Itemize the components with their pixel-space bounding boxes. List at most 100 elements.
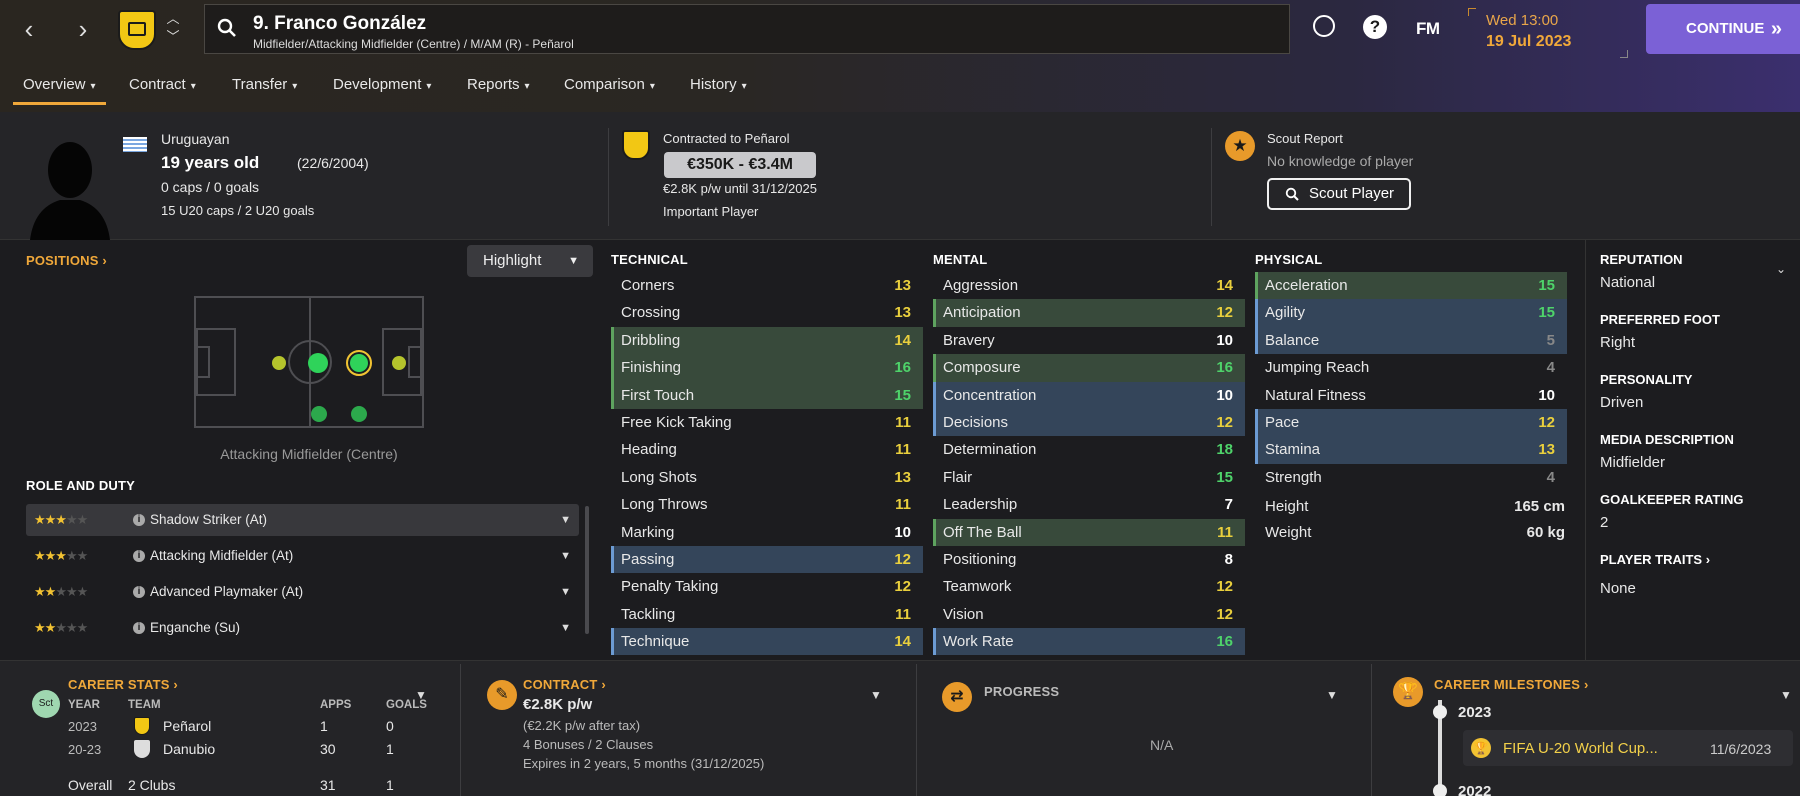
back-arrow-icon[interactable]: ‹	[12, 12, 46, 46]
role-stars: ★★★★★	[34, 548, 88, 563]
role-list-scrollbar[interactable]	[585, 506, 589, 634]
role-row[interactable]: ★★★★★ i Advanced Playmaker (At) ▼	[26, 576, 579, 608]
stat-goals: 1	[386, 741, 394, 757]
chevron-down-icon[interactable]: ▼	[560, 576, 571, 608]
attribute-value: 15	[1538, 304, 1555, 322]
attribute-row[interactable]: Acceleration 15	[1255, 272, 1567, 300]
attribute-row[interactable]: Pace 12	[1255, 408, 1567, 437]
chevron-down-icon[interactable]: ▼	[870, 688, 882, 702]
scout-report-title: Scout Report	[1267, 131, 1343, 146]
tab-history[interactable]: History ▾	[690, 72, 747, 112]
role-row[interactable]: ★★★★★ i Enganche (Su) ▼	[26, 612, 579, 644]
attribute-value: 12	[894, 550, 911, 568]
highlight-dropdown[interactable]: Highlight ▼	[467, 245, 593, 277]
attribute-row[interactable]: Marking 10	[611, 519, 923, 546]
attribute-value: 14	[1216, 277, 1233, 294]
attribute-row[interactable]: Dribbling 14	[611, 326, 923, 355]
attribute-row[interactable]: Passing 12	[611, 545, 923, 574]
attribute-name: Finishing	[621, 359, 682, 377]
attribute-value: 13	[894, 304, 911, 322]
tab-overview[interactable]: Overview ▾	[13, 72, 106, 112]
role-row[interactable]: ★★★★★ i Attacking Midfielder (At) ▼	[26, 540, 579, 572]
role-duty-heading: ROLE AND DUTY	[26, 478, 136, 493]
attribute-name: Stamina	[1265, 441, 1321, 459]
player-traits-heading[interactable]: PLAYER TRAITS ›	[1600, 552, 1710, 567]
chevron-down-icon[interactable]: ⌄	[1776, 262, 1786, 276]
attribute-row[interactable]: Long Shots 13	[611, 464, 923, 491]
prev-next-player-icon[interactable]: ︿ ﹀	[164, 10, 182, 50]
attribute-row[interactable]: Heading 11	[611, 436, 923, 463]
tab-transfer[interactable]: Transfer ▾	[232, 72, 297, 112]
attribute-name: Decisions	[943, 413, 1009, 431]
role-stars: ★★★★★	[34, 584, 88, 599]
player-search-box[interactable]: 9. Franco González Midfielder/Attacking …	[204, 4, 1290, 54]
tab-development[interactable]: Development ▾	[333, 72, 431, 112]
attribute-row[interactable]: Balance 5	[1255, 326, 1567, 355]
attribute-value: 13	[894, 468, 911, 486]
attribute-row[interactable]: Tackling 11	[611, 601, 923, 628]
attribute-name: Composure	[943, 359, 1021, 377]
attribute-row[interactable]: Vision 12	[933, 601, 1245, 628]
attribute-row[interactable]: Crossing 13	[611, 299, 923, 326]
attribute-row[interactable]: Penalty Taking 12	[611, 573, 923, 600]
attribute-name: Heading	[621, 441, 677, 459]
attribute-row[interactable]: Aggression 14	[933, 272, 1245, 299]
overall-label: Overall	[68, 777, 113, 793]
chevron-down-icon[interactable]: ▼	[560, 612, 571, 644]
attribute-row[interactable]: Natural Fitness 10	[1255, 382, 1567, 409]
career-stats-heading[interactable]: CAREER STATS ›	[68, 677, 178, 692]
attribute-row[interactable]: Technique 14	[611, 628, 923, 656]
chevron-down-icon[interactable]: ▼	[1326, 688, 1338, 702]
tab-contract[interactable]: Contract ▾	[129, 72, 196, 112]
attribute-row[interactable]: Composure 16	[933, 354, 1245, 382]
attribute-row[interactable]: Corners 13	[611, 272, 923, 299]
attribute-row[interactable]: Off The Ball 11	[933, 518, 1245, 546]
attribute-row[interactable]: Decisions 12	[933, 408, 1245, 437]
attribute-row[interactable]: Strength 4	[1255, 464, 1567, 491]
attribute-row[interactable]: Leadership 7	[933, 491, 1245, 518]
stat-team[interactable]: Danubio	[163, 741, 215, 757]
height-label: Height	[1265, 498, 1309, 515]
chevron-down-icon[interactable]: ▼	[560, 540, 571, 572]
positions-heading[interactable]: POSITIONS ›	[26, 253, 107, 268]
attribute-row[interactable]: Concentration 10	[933, 381, 1245, 409]
contract-heading[interactable]: CONTRACT ›	[523, 677, 606, 692]
scout-player-button[interactable]: Scout Player	[1267, 178, 1411, 210]
forward-arrow-icon[interactable]: ›	[66, 12, 100, 46]
attribute-row[interactable]: Determination 18	[933, 436, 1245, 463]
attribute-name: Dribbling	[621, 331, 681, 349]
career-milestones-heading[interactable]: CAREER MILESTONES ›	[1434, 677, 1589, 692]
attribute-row[interactable]: Jumping Reach 4	[1255, 354, 1567, 381]
attribute-row[interactable]: Teamwork 12	[933, 573, 1245, 600]
chevron-down-icon[interactable]: ▼	[560, 504, 571, 536]
attribute-value: 12	[894, 578, 911, 596]
timeline-dot	[1433, 705, 1447, 719]
age: 19 years old	[161, 153, 260, 172]
attribute-value: 10	[1216, 331, 1233, 349]
chevron-down-icon[interactable]: ▼	[1780, 688, 1792, 702]
club-badge-icon[interactable]	[118, 10, 156, 50]
tab-comparison[interactable]: Comparison ▾	[564, 72, 655, 112]
globe-icon[interactable]	[1313, 15, 1335, 37]
attribute-row[interactable]: First Touch 15	[611, 381, 923, 409]
attribute-row[interactable]: Anticipation 12	[933, 299, 1245, 327]
attribute-row[interactable]: Long Throws 11	[611, 491, 923, 518]
help-icon[interactable]: ?	[1363, 15, 1387, 39]
role-row[interactable]: ★★★★★ i Shadow Striker (At) ▼	[26, 504, 579, 536]
stat-team[interactable]: Peñarol	[163, 718, 211, 734]
game-date[interactable]: Wed 13:00 19 Jul 2023	[1468, 8, 1628, 58]
attribute-row[interactable]: Work Rate 16	[933, 628, 1245, 656]
attribute-row[interactable]: Stamina 13	[1255, 436, 1567, 464]
col-team: TEAM	[128, 699, 161, 711]
tab-reports[interactable]: Reports ▾	[467, 72, 530, 112]
attribute-row[interactable]: Positioning 8	[933, 546, 1245, 573]
attribute-row[interactable]: Bravery 10	[933, 327, 1245, 354]
attribute-name: Jumping Reach	[1265, 359, 1370, 377]
fm-menu-button[interactable]: FM	[1416, 19, 1440, 39]
attribute-row[interactable]: Flair 15	[933, 464, 1245, 491]
attribute-row[interactable]: Finishing 16	[611, 354, 923, 382]
transfer-value[interactable]: €350K - €3.4M	[664, 152, 816, 178]
attribute-row[interactable]: Agility 15	[1255, 299, 1567, 327]
attribute-row[interactable]: Free Kick Taking 11	[611, 409, 923, 436]
continue-button[interactable]: CONTINUE »	[1646, 4, 1800, 54]
